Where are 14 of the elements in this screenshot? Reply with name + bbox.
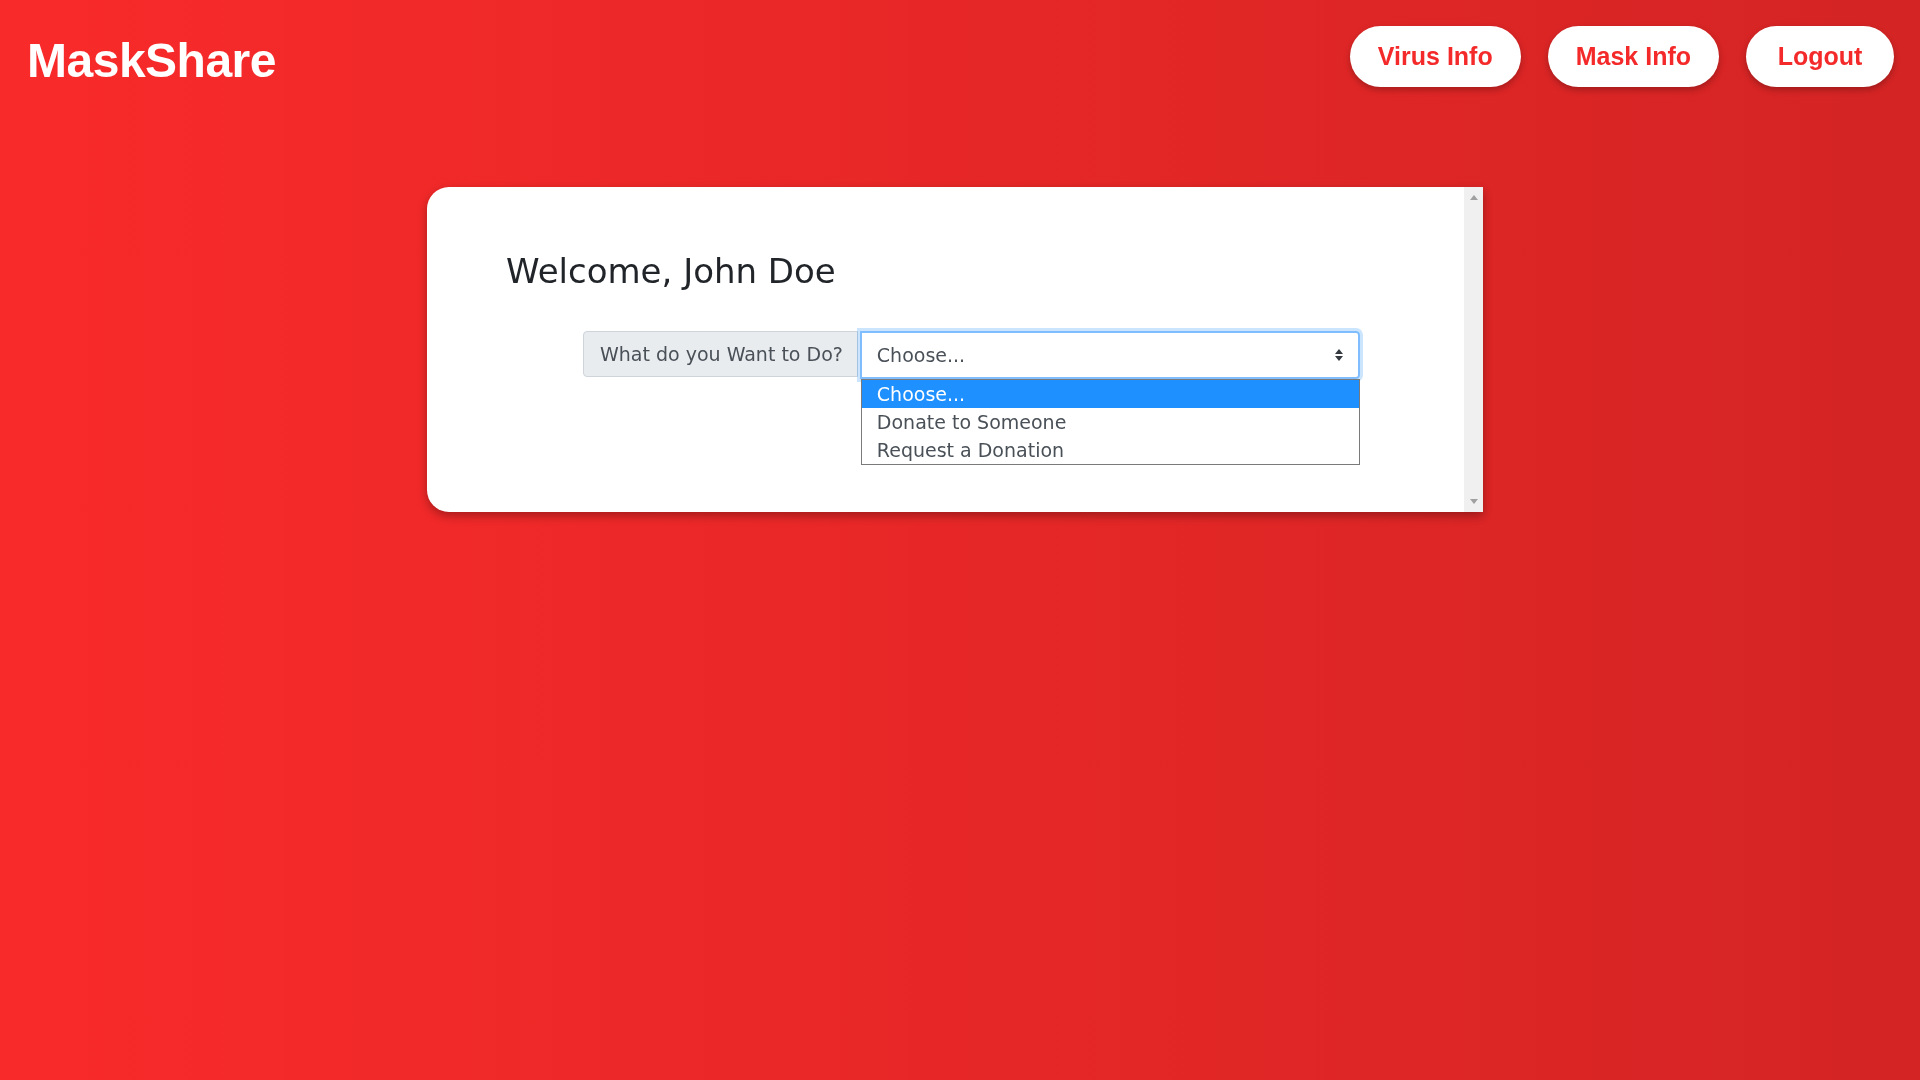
field-label: What do you Want to Do? — [583, 331, 858, 377]
nav-button[interactable]: Logout — [1746, 26, 1894, 87]
scroll-down-icon[interactable] — [1469, 499, 1478, 504]
dropdown-option[interactable]: Donate to Someone — [861, 408, 1359, 436]
scroll-up-icon[interactable] — [1469, 195, 1478, 200]
sort-arrows-icon — [1333, 348, 1344, 362]
dropdown-option[interactable]: Choose... — [861, 380, 1359, 408]
scrollbar[interactable] — [1464, 187, 1483, 512]
brand-logo: MaskShare — [27, 33, 276, 88]
select-field[interactable]: Choose... — [859, 331, 1360, 379]
welcome-heading: Welcome, John Doe — [506, 251, 837, 291]
nav-button[interactable]: Mask Info — [1547, 26, 1719, 87]
nav-button[interactable]: Virus Info — [1349, 26, 1521, 87]
dropdown-option[interactable]: Request a Donation — [861, 436, 1359, 464]
